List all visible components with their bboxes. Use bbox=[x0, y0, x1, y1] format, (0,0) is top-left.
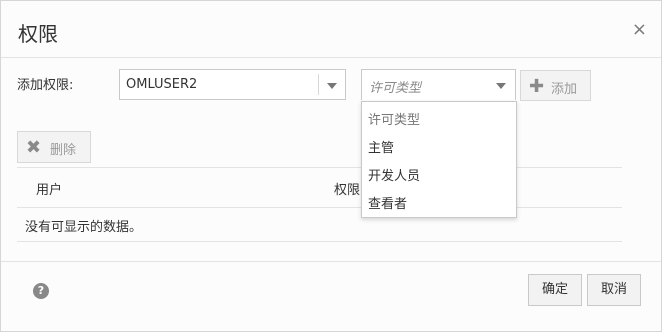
close-icon[interactable]: × bbox=[632, 21, 647, 39]
dropdown-option-manager[interactable]: 主管 bbox=[368, 137, 394, 156]
empty-table-message: 没有可显示的数据。 bbox=[25, 220, 143, 235]
help-icon[interactable]: ? bbox=[33, 283, 49, 299]
permission-type-dropdown: 许可类型 主管 开发人员 查看者 bbox=[361, 101, 517, 218]
permission-type-placeholder: 许可类型 bbox=[369, 81, 422, 96]
column-header-user[interactable]: 用户 bbox=[36, 179, 62, 198]
select-divider bbox=[318, 74, 319, 95]
chevron-down-icon[interactable] bbox=[327, 83, 337, 89]
dropdown-option-placeholder[interactable]: 许可类型 bbox=[368, 109, 420, 128]
plus-icon: ✚ bbox=[529, 76, 545, 97]
delete-button[interactable]: ✖ 删除 bbox=[17, 131, 91, 163]
user-select-value: OMLUSER2 bbox=[126, 77, 198, 92]
permission-type-select[interactable]: 许可类型 bbox=[361, 69, 516, 100]
delete-icon: ✖ bbox=[26, 137, 42, 158]
cancel-button[interactable]: 取消 bbox=[587, 274, 641, 306]
dialog-title: 权限 bbox=[18, 22, 58, 46]
dropdown-option-viewer[interactable]: 查看者 bbox=[368, 193, 407, 212]
add-permission-label: 添加权限: bbox=[17, 78, 74, 93]
table-bottom-border bbox=[17, 241, 622, 242]
add-button-label: 添加 bbox=[551, 82, 578, 97]
dropdown-option-developer[interactable]: 开发人员 bbox=[368, 165, 420, 184]
header-divider bbox=[1, 57, 661, 58]
chevron-down-icon[interactable] bbox=[496, 83, 506, 89]
table-header-divider bbox=[17, 207, 622, 208]
delete-button-label: 删除 bbox=[50, 143, 77, 158]
user-select[interactable]: OMLUSER2 bbox=[119, 69, 346, 100]
ok-button[interactable]: 确定 bbox=[528, 274, 582, 306]
table-top-border bbox=[17, 167, 622, 168]
add-button[interactable]: ✚ 添加 bbox=[520, 70, 591, 101]
permissions-dialog: 权限 × 添加权限: OMLUSER2 许可类型 ✚ 添加 许可类型 主管 开发… bbox=[0, 0, 662, 332]
footer-divider bbox=[1, 261, 661, 262]
column-header-permission[interactable]: 权限 bbox=[334, 179, 360, 198]
